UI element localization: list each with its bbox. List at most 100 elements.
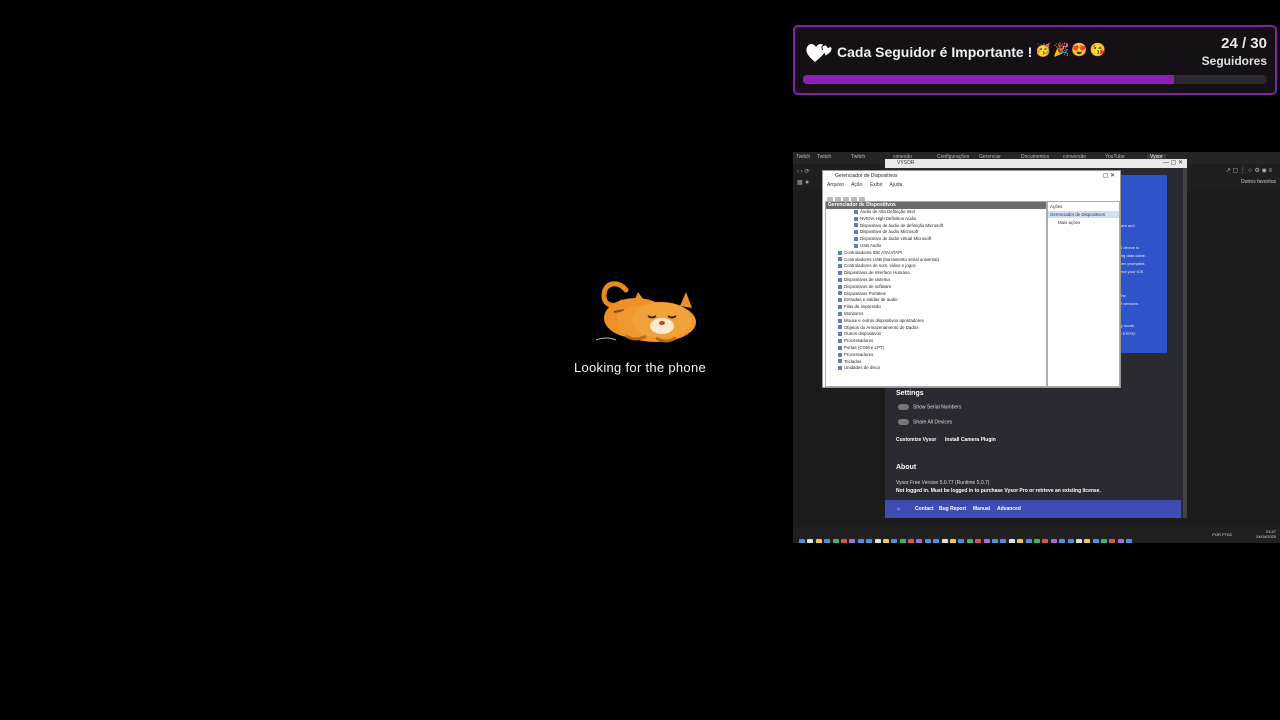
device-tree-row[interactable]: Filas de impressão: [826, 304, 1046, 311]
taskbar-app-icon[interactable]: [891, 539, 898, 543]
device-tree-row[interactable]: USB Audio: [826, 243, 1046, 250]
tab-2[interactable]: Twitch: [817, 154, 831, 162]
device-tree-row[interactable]: Dispositivos de sistema: [826, 277, 1046, 284]
device-label: Dispositivo de áudio virtual Microsoft: [860, 236, 932, 242]
toggle-switch[interactable]: [898, 419, 909, 425]
taskbar-app-icon[interactable]: [1075, 539, 1082, 543]
device-tree-row[interactable]: Controladores IDE ATA/ATAPI: [826, 250, 1046, 257]
taskbar-app-icon[interactable]: [1109, 539, 1116, 543]
taskbar-app-icon[interactable]: [924, 539, 931, 543]
browser-actions-icon[interactable]: ↗ ▢ ⋮ ☆ ⚙ ◉ ≡: [1226, 167, 1272, 174]
taskbar-app-icon[interactable]: [1101, 539, 1108, 543]
taskbar-app-icon[interactable]: [1126, 539, 1133, 543]
device-tree-row[interactable]: Dispositivo de áudio Microsoft: [826, 229, 1046, 236]
menu-arquivo[interactable]: Arquivo: [827, 182, 844, 188]
manual-link[interactable]: Manual: [973, 506, 990, 512]
device-tree-row[interactable]: Entradas e saídas de áudio: [826, 297, 1046, 304]
taskbar-app-icon[interactable]: [983, 539, 990, 543]
taskbar-app-icon[interactable]: [1000, 539, 1007, 543]
apps-icon[interactable]: ▦ ★: [797, 179, 810, 186]
device-tree-row[interactable]: Processadores: [826, 338, 1046, 345]
device-tree-row[interactable]: Controladores de som, vídeo e jogos: [826, 263, 1046, 270]
device-tree-row[interactable]: Unidades de disco: [826, 365, 1046, 372]
device-tree-row[interactable]: Portas (COM e LPT): [826, 345, 1046, 352]
menu-acao[interactable]: Ação: [851, 182, 862, 188]
device-tree-row[interactable]: NVIDIA High Definition Audio: [826, 216, 1046, 223]
taskbar-app-icon[interactable]: [1059, 539, 1066, 543]
taskbar-app-icon[interactable]: [832, 539, 839, 543]
taskbar-app-icon[interactable]: [849, 539, 856, 543]
taskbar-app-icon[interactable]: [933, 539, 940, 543]
taskbar-app-icon[interactable]: [840, 539, 847, 543]
taskbar-app-icon[interactable]: [1033, 539, 1040, 543]
device-label: Controladores de som, vídeo e jogos: [844, 263, 916, 269]
tab-3[interactable]: Twitch: [851, 154, 865, 162]
device-tree-row[interactable]: Monitores: [826, 311, 1046, 318]
taskbar-app-icon[interactable]: [975, 539, 982, 543]
device-tree-row[interactable]: Outros dispositivos: [826, 331, 1046, 338]
toggle-serial-numbers[interactable]: Show Serial Numbers: [898, 404, 961, 410]
device-tree-row[interactable]: Dispositivo de áudio virtual Microsoft: [826, 236, 1046, 243]
device-tree-row[interactable]: Processadores: [826, 352, 1046, 359]
taskbar-app-icon[interactable]: [882, 539, 889, 543]
settings-title: Settings: [896, 390, 924, 397]
taskbar-app-icon[interactable]: [874, 539, 881, 543]
tab-1[interactable]: Twitch: [796, 154, 810, 162]
toggle-switch[interactable]: [898, 404, 909, 410]
customize-vysor-link[interactable]: Customize Vysor: [896, 437, 936, 443]
system-tray: 21:47 24/04/2025: [1256, 529, 1276, 539]
taskbar-app-icon[interactable]: [824, 539, 831, 543]
taskbar-app-icon[interactable]: [866, 539, 873, 543]
device-tree-row[interactable]: Dispositivos Portáteis: [826, 291, 1046, 298]
toggle-share-devices[interactable]: Share All Devices: [898, 419, 952, 425]
taskbar-app-icon[interactable]: [1084, 539, 1091, 543]
menu-ajuda[interactable]: Ajuda: [890, 182, 903, 188]
taskbar-app-icon[interactable]: [916, 539, 923, 543]
contact-link[interactable]: Contact: [915, 506, 934, 512]
device-tree-row[interactable]: Áudio de Alta Definição Intel: [826, 209, 1046, 216]
taskbar-app-icon[interactable]: [950, 539, 957, 543]
vysor-title: VYSOR: [897, 160, 915, 166]
taskbar-app-icon[interactable]: [899, 539, 906, 543]
install-camera-plugin-link[interactable]: Install Camera Plugin: [945, 437, 996, 443]
home-icon[interactable]: ⌂: [897, 506, 900, 512]
device-tree-row[interactable]: Objetos do Armazenamento de Dados: [826, 325, 1046, 332]
device-tree-row[interactable]: Dispositivos de Interface Humana: [826, 270, 1046, 277]
more-actions[interactable]: Mais ações: [1048, 218, 1119, 227]
taskbar-app-icon[interactable]: [991, 539, 998, 543]
device-label: Entradas e saídas de áudio: [844, 297, 898, 303]
taskbar-app-icon[interactable]: [799, 539, 805, 543]
taskbar-app-icon[interactable]: [1008, 539, 1015, 543]
language-indicator[interactable]: POR PTB2: [1212, 532, 1232, 537]
taskbar-app-icon[interactable]: [941, 539, 948, 543]
device-tree-row[interactable]: Dispositivos de software: [826, 284, 1046, 291]
taskbar-app-icon[interactable]: [1017, 539, 1024, 543]
taskbar-app-icon[interactable]: [807, 539, 814, 543]
taskbar-app-icon[interactable]: [815, 539, 822, 543]
back-icon[interactable]: ‹ › ⟳: [797, 168, 809, 175]
window-controls-icon[interactable]: — ▢ ✕: [1163, 159, 1183, 166]
taskbar-app-icon[interactable]: [958, 539, 965, 543]
vysor-scrollbar[interactable]: [1183, 168, 1187, 518]
hearts-icon: [806, 44, 833, 62]
taskbar-app-icon[interactable]: [908, 539, 915, 543]
device-tree-row[interactable]: Controladores USB (barramento serial uni…: [826, 257, 1046, 264]
device-icon: [854, 209, 858, 214]
taskbar-app-icon[interactable]: [966, 539, 973, 543]
bug-report-link[interactable]: Bug Report: [939, 506, 966, 512]
taskbar-app-icon[interactable]: [1050, 539, 1057, 543]
menu-exibir[interactable]: Exibir: [870, 182, 883, 188]
device-tree-row[interactable]: Mouse e outros dispositivos apontadores: [826, 318, 1046, 325]
advanced-link[interactable]: Advanced: [997, 506, 1021, 512]
device-tree-row[interactable]: Teclados: [826, 359, 1046, 366]
taskbar-app-icon[interactable]: [1092, 539, 1099, 543]
other-bookmarks[interactable]: Outros favoritos: [1241, 179, 1276, 185]
taskbar-app-icon[interactable]: [1042, 539, 1049, 543]
window-controls-icon[interactable]: ▢ ✕: [1103, 172, 1115, 179]
taskbar-app-icon[interactable]: [1117, 539, 1124, 543]
taskbar-app-icon[interactable]: [857, 539, 864, 543]
device-tree-row[interactable]: Dispositivo de áudio de definição Micros…: [826, 223, 1046, 230]
taskbar-app-icon[interactable]: [1025, 539, 1032, 543]
actions-selected[interactable]: Gerenciador de Dispositivos: [1048, 211, 1119, 218]
taskbar-app-icon[interactable]: [1067, 539, 1074, 543]
